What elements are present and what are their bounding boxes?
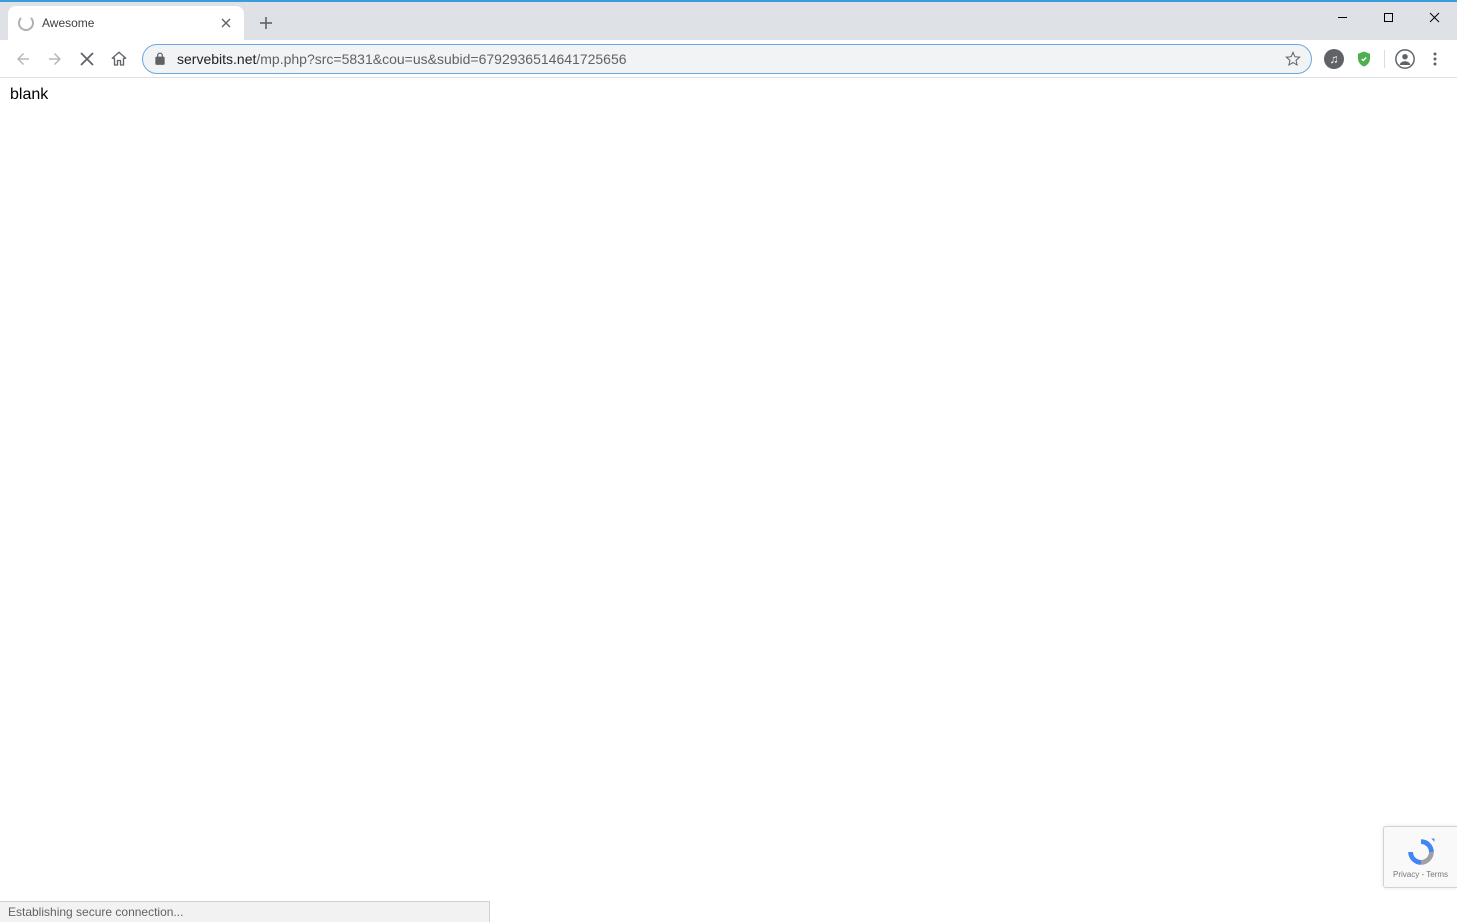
recaptcha-icon xyxy=(1405,836,1437,868)
arrow-right-icon xyxy=(46,50,64,68)
stop-button[interactable] xyxy=(72,44,102,74)
url-domain: servebits.net xyxy=(177,51,256,67)
address-bar[interactable]: servebits.net/mp.php?src=5831&cou=us&sub… xyxy=(142,44,1312,74)
close-window-button[interactable] xyxy=(1411,2,1457,32)
maximize-icon xyxy=(1383,12,1394,23)
close-tab-button[interactable] xyxy=(218,15,234,31)
arrow-left-icon xyxy=(14,50,32,68)
recaptcha-badge[interactable]: Privacy - Terms xyxy=(1383,826,1457,888)
minimize-button[interactable] xyxy=(1319,2,1365,32)
star-icon xyxy=(1285,51,1301,67)
menu-button[interactable] xyxy=(1421,45,1449,73)
url-text: servebits.net/mp.php?src=5831&cou=us&sub… xyxy=(177,51,1285,67)
browser-tab[interactable]: Awesome xyxy=(8,6,244,40)
minimize-icon xyxy=(1337,12,1348,23)
extension-shield-button[interactable] xyxy=(1350,45,1378,73)
close-icon xyxy=(80,52,94,66)
window-controls xyxy=(1319,2,1457,32)
tab-title: Awesome xyxy=(42,16,218,30)
lock-icon[interactable] xyxy=(153,52,167,66)
music-icon: ♫ xyxy=(1324,49,1344,69)
page-content: blank xyxy=(0,78,1457,112)
tab-strip: Awesome xyxy=(0,2,1457,40)
kebab-icon xyxy=(1427,51,1443,67)
status-bar: Establishing secure connection... xyxy=(0,901,490,922)
bookmark-button[interactable] xyxy=(1285,51,1301,67)
home-icon xyxy=(110,50,128,68)
user-icon xyxy=(1394,48,1416,70)
extension-music-button[interactable]: ♫ xyxy=(1320,45,1348,73)
browser-toolbar: servebits.net/mp.php?src=5831&cou=us&sub… xyxy=(0,40,1457,78)
recaptcha-links[interactable]: Privacy - Terms xyxy=(1393,870,1448,879)
new-tab-button[interactable] xyxy=(252,9,280,37)
loading-spinner-icon xyxy=(18,15,34,31)
back-button[interactable] xyxy=(8,44,38,74)
close-icon xyxy=(1429,12,1440,23)
status-text: Establishing secure connection... xyxy=(8,905,183,919)
profile-button[interactable] xyxy=(1391,45,1419,73)
url-path: /mp.php?src=5831&cou=us&subid=6792936514… xyxy=(256,51,626,67)
home-button[interactable] xyxy=(104,44,134,74)
page-body-text: blank xyxy=(10,86,48,103)
plus-icon xyxy=(259,16,273,30)
close-icon xyxy=(221,18,231,28)
forward-button[interactable] xyxy=(40,44,70,74)
maximize-button[interactable] xyxy=(1365,2,1411,32)
toolbar-separator xyxy=(1384,50,1385,68)
shield-check-icon xyxy=(1355,50,1373,68)
